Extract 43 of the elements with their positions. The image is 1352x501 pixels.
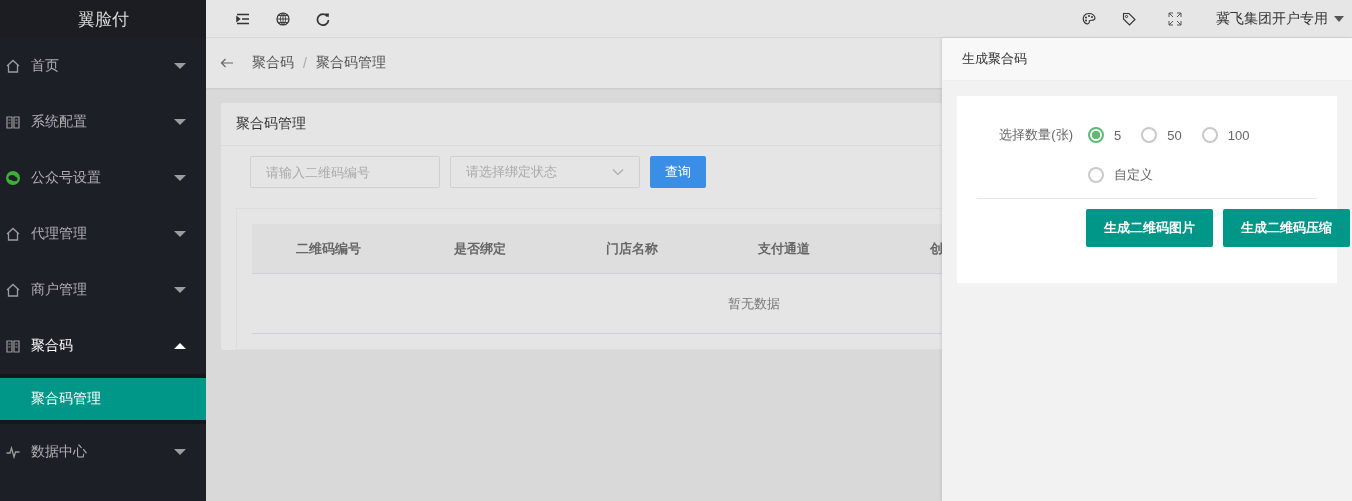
drawer-title: 生成聚合码 [942,38,1352,81]
chat-icon [6,171,20,185]
breadcrumb-item[interactable]: 聚合码 [252,54,294,72]
breadcrumb-separator: / [303,55,307,71]
sidebar-item[interactable]: 聚合码 [0,318,206,374]
tag-icon[interactable] [1122,11,1136,26]
search-button[interactable]: 查询 [650,156,706,188]
sidebar-item[interactable]: 首页 [0,38,206,94]
generate-button[interactable]: 生成二维码压缩 [1223,209,1350,247]
sidebar-item[interactable]: 数据中心 [0,424,206,480]
radio-option[interactable]: 100 [1201,118,1250,146]
home-icon [6,283,20,297]
caret-icon [1334,15,1344,22]
sidebar-item[interactable]: 商户管理 [0,262,206,318]
back-arrow-icon[interactable] [220,58,234,68]
field-label: 选择数量(张) [998,126,1074,144]
chevron-down-icon [612,168,624,176]
sidebar-subitem[interactable]: 聚合码管理 [0,378,206,420]
sidebar-item[interactable]: 系统配置 [0,94,206,150]
sidebar-item[interactable]: 代理管理 [0,206,206,262]
palette-icon[interactable] [1082,11,1096,26]
refresh-icon[interactable] [316,11,330,26]
book-icon [6,115,20,129]
pulse-icon [6,445,20,459]
generate-button[interactable]: 生成二维码图片 [1086,209,1213,247]
home-icon [6,227,20,241]
column-header: 支付通道 [757,239,811,258]
breadcrumb-item[interactable]: 聚合码管理 [315,54,386,72]
column-header: 二维码编号 [294,239,362,258]
expand-icon[interactable] [1168,11,1182,26]
radio-option[interactable]: 5 [1088,118,1122,146]
menu-icon[interactable] [236,11,250,26]
user-menu[interactable]: 冀飞集团开户专用 [1216,9,1344,28]
radio-option[interactable]: 50 [1141,118,1182,146]
radio-option[interactable]: 自定义 [1088,158,1153,186]
globe-icon[interactable] [276,11,290,26]
book-icon [6,339,20,353]
column-header: 创 [928,239,942,258]
home-icon [6,59,20,73]
column-header: 是否绑定 [453,239,507,258]
column-header: 门店名称 [605,239,659,258]
empty-text: 暂无数据 [728,294,780,313]
sidebar-item[interactable]: 公众号设置 [0,150,206,206]
